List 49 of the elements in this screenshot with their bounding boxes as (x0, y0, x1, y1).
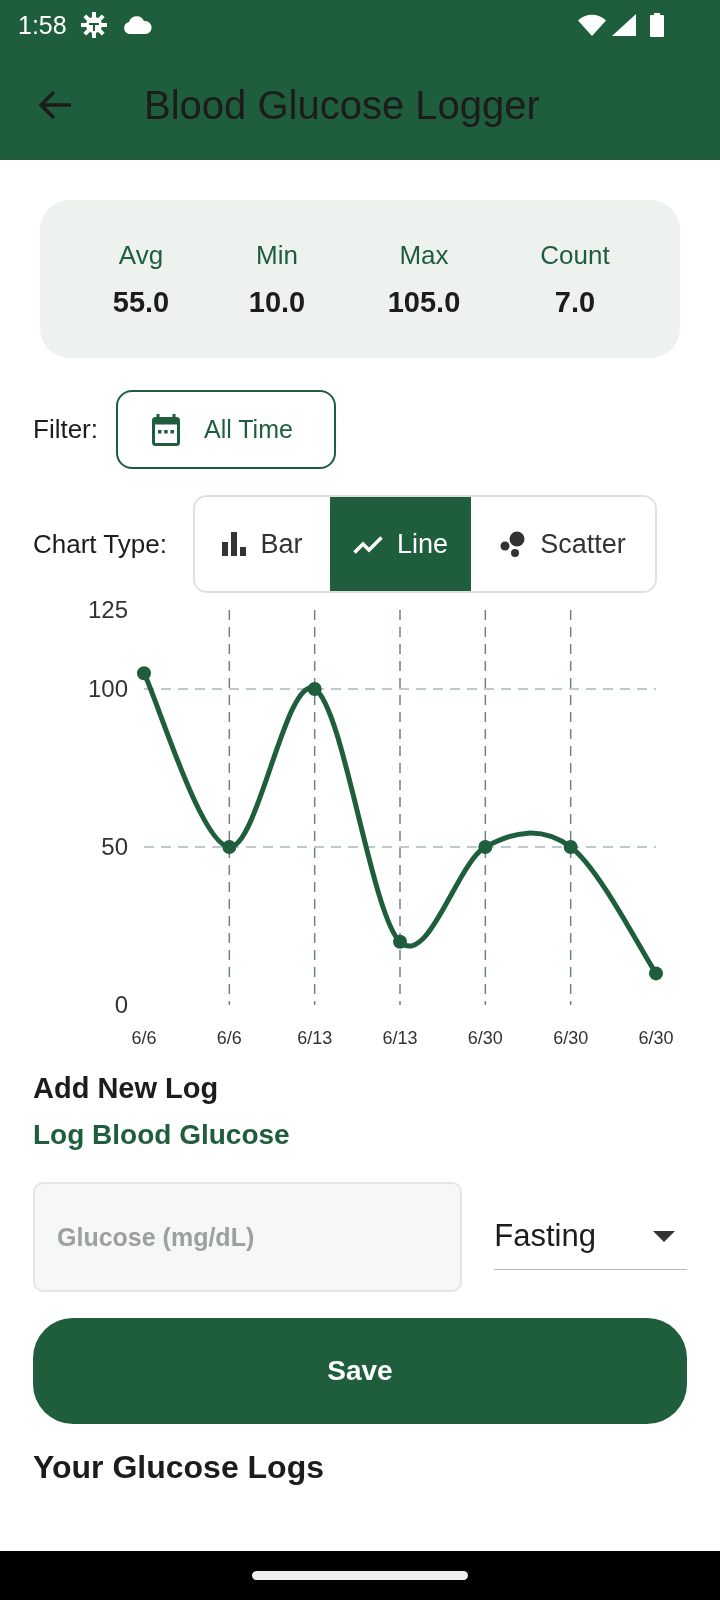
y-axis-label: 100 (87, 675, 128, 703)
scatter-dots-icon (500, 531, 527, 557)
data-point (222, 840, 237, 854)
stat-label: Count (540, 240, 610, 270)
y-axis-label: 50 (101, 833, 128, 861)
data-point (649, 966, 663, 981)
x-axis-label: 6/30 (638, 1027, 674, 1048)
back-arrow-icon[interactable] (38, 90, 72, 120)
signal-icon (612, 14, 636, 36)
filter-label: Filter: (33, 413, 98, 446)
gear-icon (80, 12, 107, 38)
save-button[interactable]: Save (33, 1318, 687, 1424)
x-axis-label: 6/30 (467, 1027, 503, 1048)
screen-title: Blood Glucose Logger (144, 85, 540, 125)
stat-label: Avg (118, 240, 164, 270)
x-axis-label: 6/6 (216, 1027, 242, 1048)
y-axis-label: 125 (87, 597, 128, 624)
wifi-icon (578, 14, 606, 36)
status-time: 1:58 (18, 12, 67, 38)
x-axis-label: 6/13 (297, 1027, 333, 1048)
data-point (137, 666, 151, 681)
data-point (393, 934, 407, 949)
stat-value: 10.0 (248, 286, 306, 318)
chart-type-label: Chart Type: (33, 527, 167, 561)
data-point (563, 840, 578, 854)
bar-chart-icon (222, 532, 247, 556)
caret-icon (653, 1231, 675, 1242)
data-point (307, 682, 322, 696)
stat-label: Max (399, 240, 449, 270)
form-subheading: Log Blood Glucose (32, 1118, 291, 1152)
battery-icon (650, 13, 664, 37)
meal-dropdown[interactable]: Fasting (494, 1204, 687, 1270)
x-axis-label: 6/30 (553, 1027, 589, 1048)
chart-type-tab[interactable]: Line (330, 497, 471, 591)
stat-value: 7.0 (554, 286, 596, 318)
stat-value: 105.0 (387, 286, 461, 318)
glucose-input[interactable]: Glucose (mg/dL) (33, 1182, 463, 1292)
trend-line-icon (352, 534, 383, 554)
x-axis-label: 6/6 (131, 1027, 157, 1048)
filter-button[interactable]: All Time (116, 390, 336, 469)
stat-label: Min (256, 240, 298, 270)
y-axis-label: 0 (114, 991, 128, 1019)
data-point (478, 840, 493, 854)
calendar-icon (152, 413, 180, 446)
section-heading: Your Glucose Logs (32, 1448, 325, 1487)
cloud-icon (122, 16, 153, 34)
stat-value: 55.0 (112, 286, 170, 318)
section-heading: Add New Log (32, 1071, 220, 1106)
x-axis-label: 6/13 (382, 1027, 418, 1048)
